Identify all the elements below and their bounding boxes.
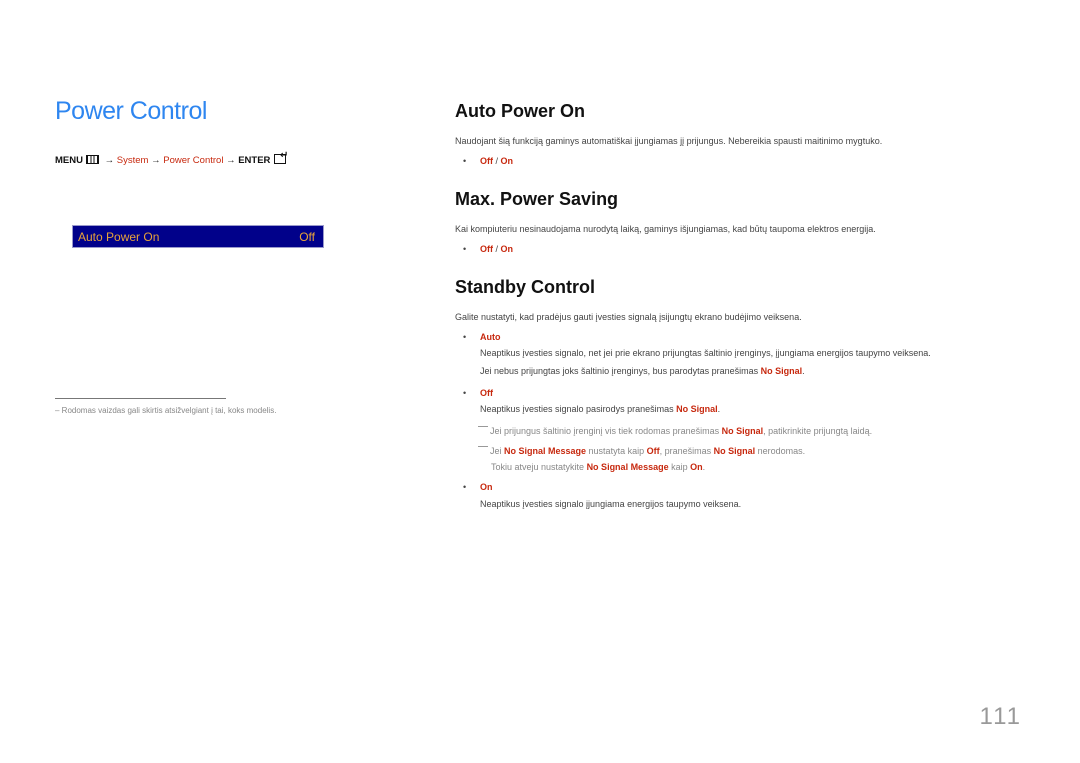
menu-path-breadcrumb: MENU → System → Power Control → ENTER — [55, 150, 288, 166]
text: kaip — [668, 462, 691, 472]
text: . — [717, 404, 721, 414]
menu-grid-icon — [85, 155, 99, 164]
option-on: On — [500, 244, 514, 254]
max-power-saving-description: Kai kompiuteriu nesinaudojama nurodytą l… — [455, 224, 876, 234]
highlight-no-signal: No Signal — [713, 446, 756, 456]
heading-auto-power-on: Auto Power On — [455, 101, 585, 121]
text: Jei prijungus šaltinio įrenginį vis tiek… — [490, 426, 722, 436]
option-auto-line2: Jei nebus prijungtas joks šaltinio įreng… — [480, 366, 805, 376]
option-off: Off — [480, 244, 493, 254]
footnote: – Rodomas vaizdas gali skirtis atsižvelg… — [55, 406, 276, 415]
text: Jei — [490, 446, 505, 456]
text: nustatyta kaip — [586, 446, 647, 456]
bullet: • — [463, 244, 467, 254]
text: Tokiu atveju nustatykite — [491, 462, 587, 472]
breadcrumb-power-control: Power Control — [163, 155, 224, 166]
enter-icon — [274, 150, 288, 164]
osd-item-label: Auto Power On — [78, 229, 160, 244]
bullet: • — [463, 332, 467, 342]
auto-power-on-description: Naudojant šią funkciją gaminys automatiš… — [455, 136, 883, 146]
option-on: On — [500, 156, 514, 166]
option-off: Off — [480, 156, 493, 166]
highlight-no-signal-message: No Signal Message — [586, 462, 669, 472]
note-1: Jei prijungus šaltinio įrenginį vis tiek… — [478, 426, 872, 436]
arrow: → — [104, 155, 115, 166]
note-2: Jei No Signal Message nustatyta kaip Off… — [478, 446, 805, 456]
option-off-label: Off — [480, 388, 493, 398]
max-power-saving-options: Off / On — [480, 244, 513, 254]
osd-item-value: Off — [299, 229, 315, 244]
text: , pranešimas — [659, 446, 714, 456]
option-off-line1: Neaptikus įvesties signalo pasirodys pra… — [480, 404, 720, 414]
highlight-no-signal: No Signal — [721, 426, 764, 436]
text: Neaptikus įvesties signalo pasirodys pra… — [480, 404, 677, 414]
option-separator: / — [493, 244, 501, 254]
auto-power-on-options: Off / On — [480, 156, 513, 166]
highlight-no-signal: No Signal — [676, 404, 718, 414]
bullet: • — [463, 482, 467, 492]
standby-control-description: Galite nustatyti, kad pradėjus gauti įve… — [455, 312, 802, 322]
option-on-label: On — [480, 482, 493, 492]
option-on-line1: Neaptikus įvesties signalo įjungiama ene… — [480, 499, 742, 509]
breadcrumb-system: System — [116, 155, 149, 166]
menu-label: MENU — [55, 155, 83, 166]
bullet: • — [463, 156, 467, 166]
option-auto-line1: Neaptikus įvesties signalo, net jei prie… — [480, 348, 931, 358]
page-number: 111 — [979, 703, 1022, 730]
page-title: Power Control — [55, 97, 207, 125]
text: . — [702, 462, 706, 472]
option-separator: / — [493, 156, 501, 166]
heading-standby-control: Standby Control — [455, 277, 595, 297]
arrow: → — [151, 155, 161, 166]
note-dash — [478, 426, 488, 427]
note-dash — [478, 446, 488, 447]
footnote-dash: – — [55, 406, 62, 415]
heading-max-power-saving: Max. Power Saving — [455, 189, 619, 209]
note-2-continued: Tokiu atveju nustatykite No Signal Messa… — [491, 462, 705, 472]
bullet: • — [463, 388, 467, 398]
text: nerodomas. — [755, 446, 806, 456]
enter-label: ENTER — [238, 155, 271, 166]
option-auto-label: Auto — [480, 332, 501, 342]
text: Jei nebus prijungtas joks šaltinio įreng… — [480, 366, 761, 376]
highlight-on: On — [690, 462, 703, 472]
highlight-off: Off — [646, 446, 660, 456]
footnote-divider — [55, 398, 226, 399]
footnote-text: Rodomas vaizdas gali skirtis atsižvelgia… — [61, 406, 277, 415]
highlight-no-signal: No Signal — [760, 366, 803, 376]
text: . — [802, 366, 805, 376]
arrow: → — [226, 155, 236, 166]
highlight-no-signal-message: No Signal Message — [504, 446, 587, 456]
osd-menu-item-auto-power-on[interactable]: Auto Power On Off — [72, 225, 324, 248]
text: , patikrinkite prijungtą laidą. — [763, 426, 873, 436]
